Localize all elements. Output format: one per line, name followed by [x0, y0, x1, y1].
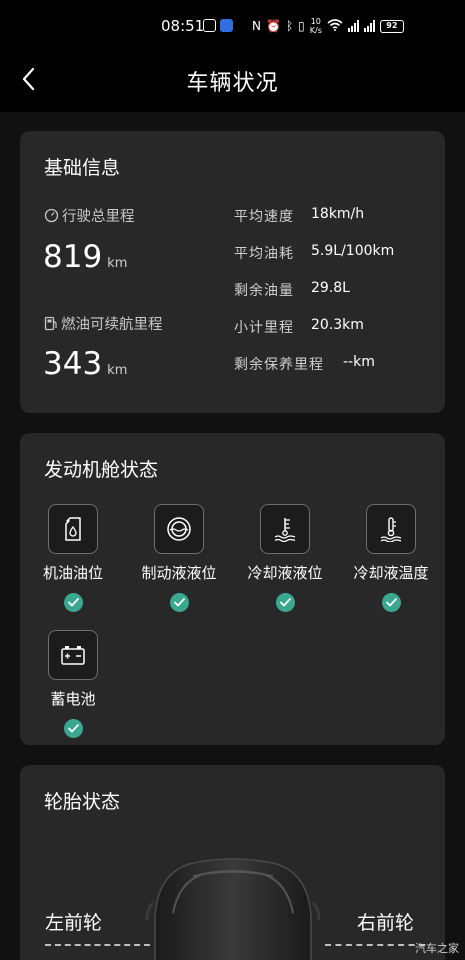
brake-fluid-icon	[154, 504, 204, 554]
engine-item-oil-level[interactable]: 机油油位	[20, 504, 126, 612]
network-speed-value: 10	[310, 17, 321, 26]
network-speed: 10 K/s	[310, 17, 322, 35]
remaining-fuel-label: 剩余油量	[234, 283, 294, 299]
status-time: 08:51	[161, 17, 205, 35]
alarm-icon: ⏰	[265, 19, 281, 33]
fuel-range: 343 km	[43, 346, 127, 382]
engine-bay-title: 发动机舱状态	[44, 459, 159, 481]
notification-icons	[203, 19, 233, 32]
trip-mileage-value: 20.3km	[311, 317, 364, 333]
avg-speed-label: 平均速度	[234, 209, 294, 225]
avg-fuel-consumption-label: 平均油耗	[234, 246, 294, 262]
engine-item-coolant-temperature[interactable]: 冷却液温度	[338, 504, 444, 612]
oil-level-icon	[48, 504, 98, 554]
fuel-pump-icon	[44, 316, 57, 331]
status-bar: 08:51 N ⏰ ᛒ ▯ 10 K/s 92	[0, 0, 465, 50]
front-left-tire-divider	[45, 944, 150, 946]
battery-label: 蓄电池	[50, 690, 96, 708]
engine-bay-card: 发动机舱状态 机油油位 制动液液位 冷却液液位 冷却液温度 蓄电池	[20, 433, 445, 745]
page-title: 车辆状况	[186, 71, 279, 96]
check-icon	[63, 593, 83, 612]
map-app-icon	[220, 19, 233, 32]
total-mileage-label-text: 行驶总里程	[62, 209, 135, 225]
battery-level: 92	[379, 19, 404, 33]
fuel-range-value: 343	[43, 346, 103, 382]
fuel-range-label: 燃油可续航里程	[44, 313, 163, 334]
basic-info-title: 基础信息	[44, 157, 121, 179]
oil-level-label: 机油油位	[42, 564, 103, 582]
check-icon	[169, 593, 189, 612]
total-mileage-value: 819	[43, 239, 103, 275]
header-bar: 车辆状况	[0, 50, 465, 112]
check-icon	[381, 593, 401, 612]
signal-strength-2-icon	[363, 20, 375, 32]
brake-fluid-label: 制动液液位	[141, 564, 217, 582]
front-right-tire-label: 右前轮	[357, 912, 415, 934]
app-notification-icon	[203, 19, 216, 32]
trip-mileage-label: 小计里程	[234, 320, 294, 336]
vehicle-status-page: 08:51 N ⏰ ᛒ ▯ 10 K/s 92 车辆状况 基础信息 行驶总里程 …	[0, 0, 465, 960]
total-mileage-unit: km	[107, 256, 128, 271]
car-top-view-icon	[145, 858, 321, 960]
engine-item-brake-fluid[interactable]: 制动液液位	[126, 504, 232, 612]
fuel-range-unit: km	[107, 363, 128, 378]
fuel-range-label-text: 燃油可续航里程	[61, 317, 163, 333]
signal-strength-1-icon	[347, 20, 359, 32]
vibrate-icon: ▯	[298, 19, 305, 33]
remaining-fuel-value: 29.8L	[311, 280, 350, 296]
front-left-tire-label: 左前轮	[45, 912, 103, 934]
bluetooth-icon: ᛒ	[285, 19, 294, 33]
network-speed-unit: K/s	[309, 26, 322, 35]
maintenance-mileage-value: --km	[343, 354, 375, 370]
tire-status-title: 轮胎状态	[44, 791, 121, 813]
coolant-level-icon	[260, 504, 310, 554]
check-icon	[275, 593, 295, 612]
gauge-icon	[44, 208, 59, 223]
watermark: 汽车之家	[415, 942, 459, 955]
battery-icon	[48, 630, 98, 680]
coolant-level-label: 冷却液液位	[247, 564, 323, 582]
total-mileage-label: 行驶总里程	[44, 205, 135, 226]
check-icon	[63, 719, 83, 738]
total-mileage: 819 km	[43, 239, 127, 275]
maintenance-mileage-label: 剩余保养里程	[234, 357, 324, 373]
wifi-icon	[327, 19, 343, 33]
status-indicators: N ⏰ ᛒ ▯ 10 K/s 92	[252, 15, 404, 37]
engine-item-coolant-level[interactable]: 冷却液液位	[232, 504, 338, 612]
tire-status-card: 轮胎状态 左前轮 右前轮	[20, 765, 445, 960]
coolant-temperature-label: 冷却液温度	[353, 564, 429, 582]
nfc-icon: N	[252, 19, 261, 33]
avg-fuel-consumption-value: 5.9L/100km	[311, 243, 395, 259]
coolant-temperature-icon	[366, 504, 416, 554]
front-right-tire-divider	[325, 944, 425, 946]
engine-item-battery[interactable]: 蓄电池	[20, 630, 126, 738]
basic-info-card: 基础信息 行驶总里程 819 km 燃油可续航里程 343 km 平均速度 18km…	[20, 131, 445, 413]
avg-speed-value: 18km/h	[311, 206, 365, 222]
